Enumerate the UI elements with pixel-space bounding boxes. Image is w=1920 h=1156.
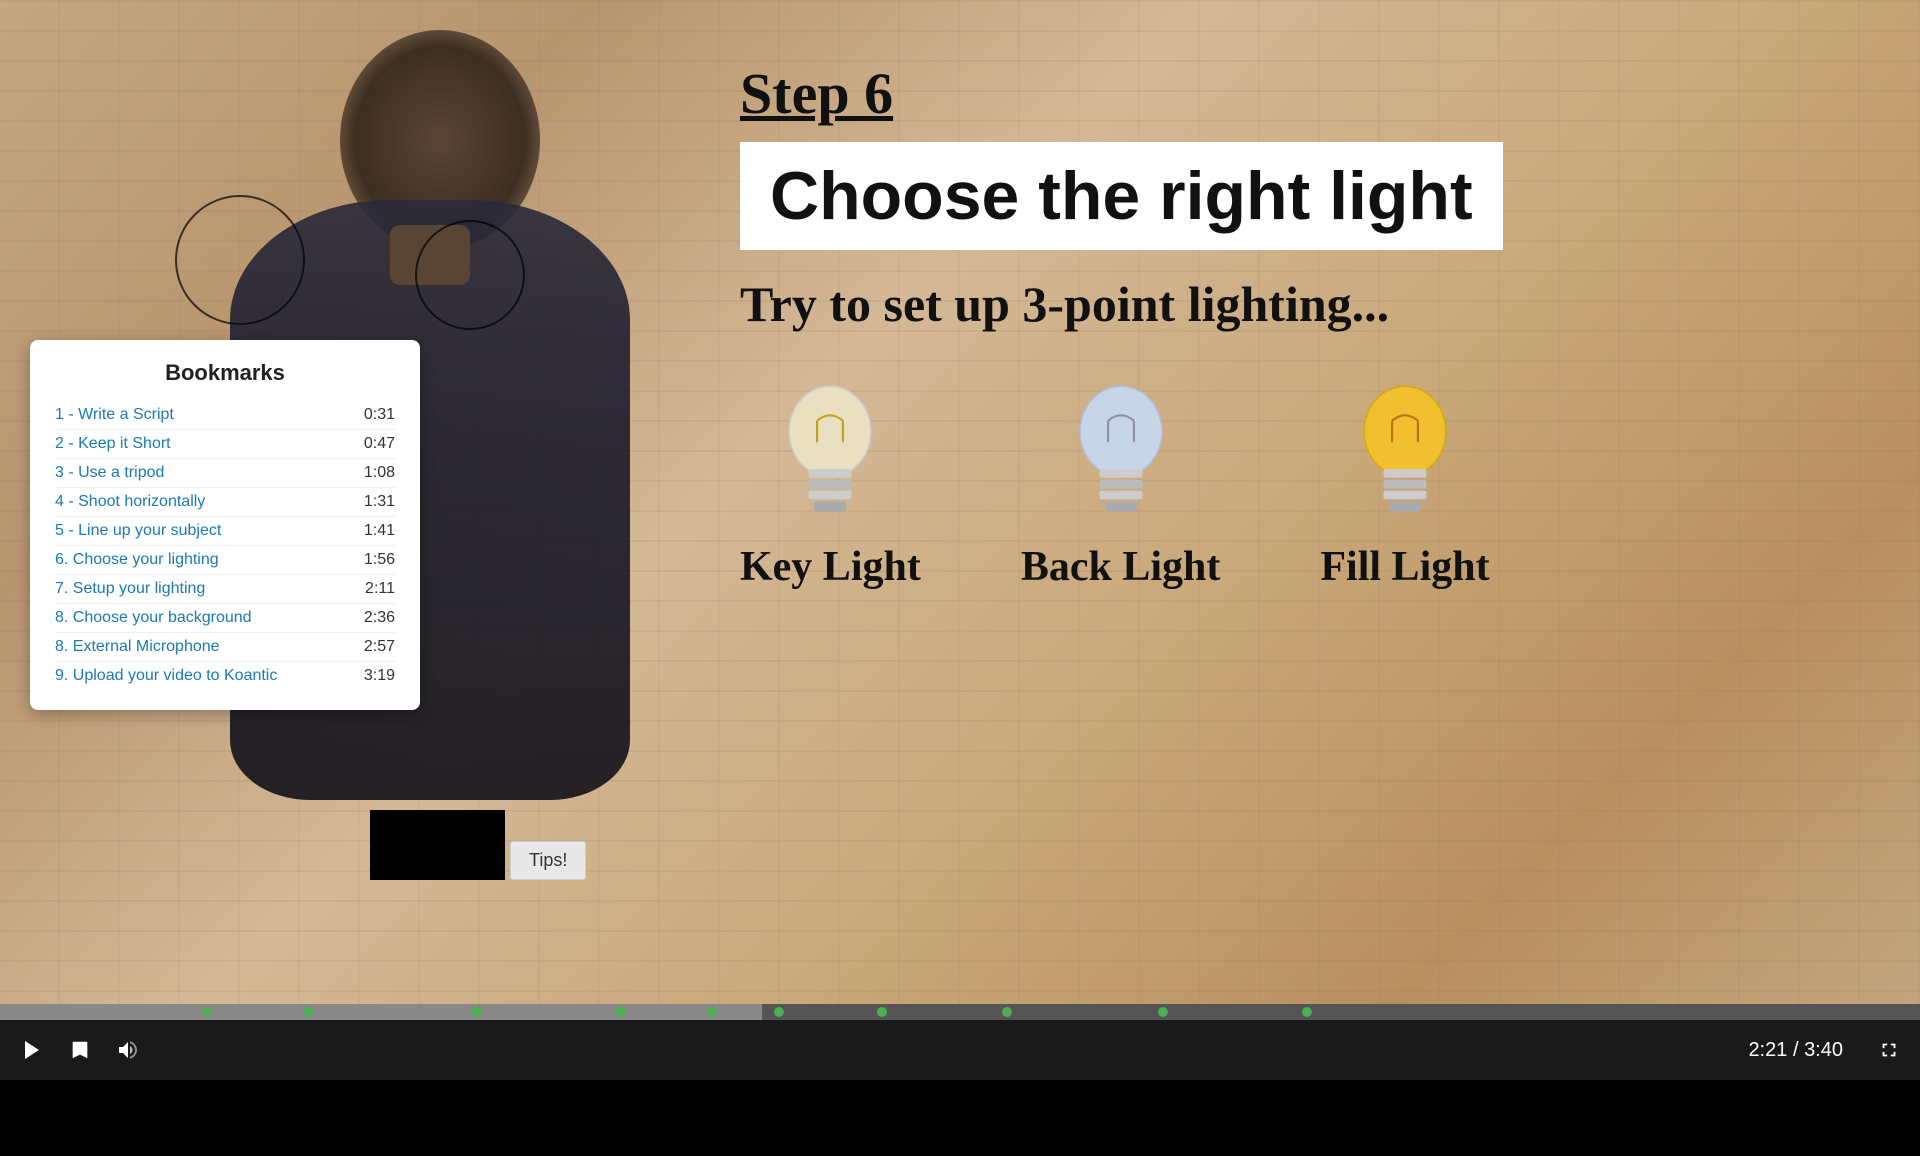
circle-annotation-left	[175, 195, 305, 325]
bookmark-item[interactable]: 6. Choose your lighting 1:56	[55, 546, 395, 575]
lights-row: Key Light Back Light	[740, 383, 1900, 591]
controls-bar: 2:21 / 3:40	[0, 1004, 1920, 1080]
bookmark-link[interactable]: 8. External Microphone	[55, 638, 220, 656]
bookmark-time: 1:08	[364, 464, 395, 482]
progress-bar[interactable]	[0, 1004, 1920, 1020]
progress-dot	[1302, 1007, 1312, 1017]
bookmark-link[interactable]: 7. Setup your lighting	[55, 580, 205, 598]
bookmark-time: 3:19	[364, 667, 395, 685]
bookmark-link[interactable]: 8. Choose your background	[55, 609, 252, 627]
time-separator: /	[1793, 1039, 1804, 1061]
play-button[interactable]	[15, 1033, 49, 1067]
bookmark-link[interactable]: 9. Upload your video to Koantic	[55, 667, 277, 685]
bookmarks-panel: Bookmarks 1 - Write a Script 0:31 2 - Keep…	[30, 340, 420, 710]
right-content-area: Step 6 Choose the right light Try to set…	[740, 60, 1900, 591]
progress-dot	[303, 1007, 313, 1017]
bookmarks-list: 1 - Write a Script 0:31 2 - Keep it Short 0…	[55, 401, 395, 690]
bookmark-time: 2:36	[364, 609, 395, 627]
bookmark-link[interactable]: 6. Choose your lighting	[55, 551, 219, 569]
progress-dot	[616, 1007, 626, 1017]
bookmark-time: 2:11	[365, 580, 395, 598]
progress-dot	[707, 1007, 717, 1017]
bookmark-item[interactable]: 7. Setup your lighting 2:11	[55, 575, 395, 604]
bookmark-item[interactable]: 4 - Shoot horizontally 1:31	[55, 488, 395, 517]
bookmark-item[interactable]: 2 - Keep it Short 0:47	[55, 430, 395, 459]
current-time: 2:21	[1748, 1039, 1787, 1061]
circle-annotation-right	[415, 220, 525, 330]
bookmark-button[interactable]	[64, 1034, 96, 1066]
bookmarks-title: Bookmarks	[55, 360, 395, 386]
bookmark-time: 1:31	[364, 493, 395, 511]
bookmark-link[interactable]: 2 - Keep it Short	[55, 435, 171, 453]
progress-dot	[1002, 1007, 1012, 1017]
heading-box: Choose the right light	[740, 142, 1503, 250]
tagline-text: Try to set up 3-point lighting...	[740, 275, 1900, 333]
key-light-label: Key Light	[740, 543, 921, 591]
bookmark-item[interactable]: 9. Upload your video to Koantic 3:19	[55, 662, 395, 690]
volume-button[interactable]	[111, 1033, 145, 1067]
fill-light-label: Fill Light	[1320, 543, 1489, 591]
back-light-item: Back Light	[1021, 383, 1221, 591]
bookmark-item[interactable]: 8. Choose your background 2:36	[55, 604, 395, 633]
playback-controls: 2:21 / 3:40	[0, 1020, 1920, 1080]
key-light-bulb	[770, 383, 890, 523]
video-player: Bookmarks 1 - Write a Script 0:31 2 - Keep…	[0, 0, 1920, 1080]
bookmark-time: 1:56	[364, 551, 395, 569]
progress-dot	[877, 1007, 887, 1017]
bookmark-item[interactable]: 1 - Write a Script 0:31	[55, 401, 395, 430]
tips-button[interactable]: Tips!	[510, 841, 586, 880]
progress-dot	[1158, 1007, 1168, 1017]
time-display: 2:21 / 3:40	[1748, 1039, 1843, 1062]
fill-light-bulb	[1345, 383, 1465, 523]
bookmark-time: 1:41	[364, 522, 395, 540]
bookmark-item[interactable]: 3 - Use a tripod 1:08	[55, 459, 395, 488]
bookmark-link[interactable]: 4 - Shoot horizontally	[55, 493, 205, 511]
black-box	[370, 810, 505, 880]
bookmark-link[interactable]: 5 - Line up your subject	[55, 522, 221, 540]
bookmark-time: 0:47	[364, 435, 395, 453]
progress-dot	[472, 1007, 482, 1017]
video-background: Bookmarks 1 - Write a Script 0:31 2 - Keep…	[0, 0, 1920, 1080]
key-light-item: Key Light	[740, 383, 921, 591]
bookmark-time: 2:57	[364, 638, 395, 656]
back-light-bulb	[1061, 383, 1181, 523]
progress-fill	[0, 1004, 762, 1020]
step-title: Step 6	[740, 60, 1900, 127]
bookmark-time: 0:31	[364, 406, 395, 424]
progress-dot	[774, 1007, 784, 1017]
progress-dot	[202, 1007, 212, 1017]
back-light-label: Back Light	[1021, 543, 1221, 591]
bookmark-link[interactable]: 3 - Use a tripod	[55, 464, 164, 482]
bookmark-link[interactable]: 1 - Write a Script	[55, 406, 174, 424]
fullscreen-button[interactable]	[1873, 1034, 1905, 1066]
total-time: 3:40	[1804, 1039, 1843, 1061]
bookmark-item[interactable]: 5 - Line up your subject 1:41	[55, 517, 395, 546]
fill-light-item: Fill Light	[1320, 383, 1489, 591]
main-heading: Choose the right light	[770, 157, 1473, 235]
bookmark-item[interactable]: 8. External Microphone 2:57	[55, 633, 395, 662]
